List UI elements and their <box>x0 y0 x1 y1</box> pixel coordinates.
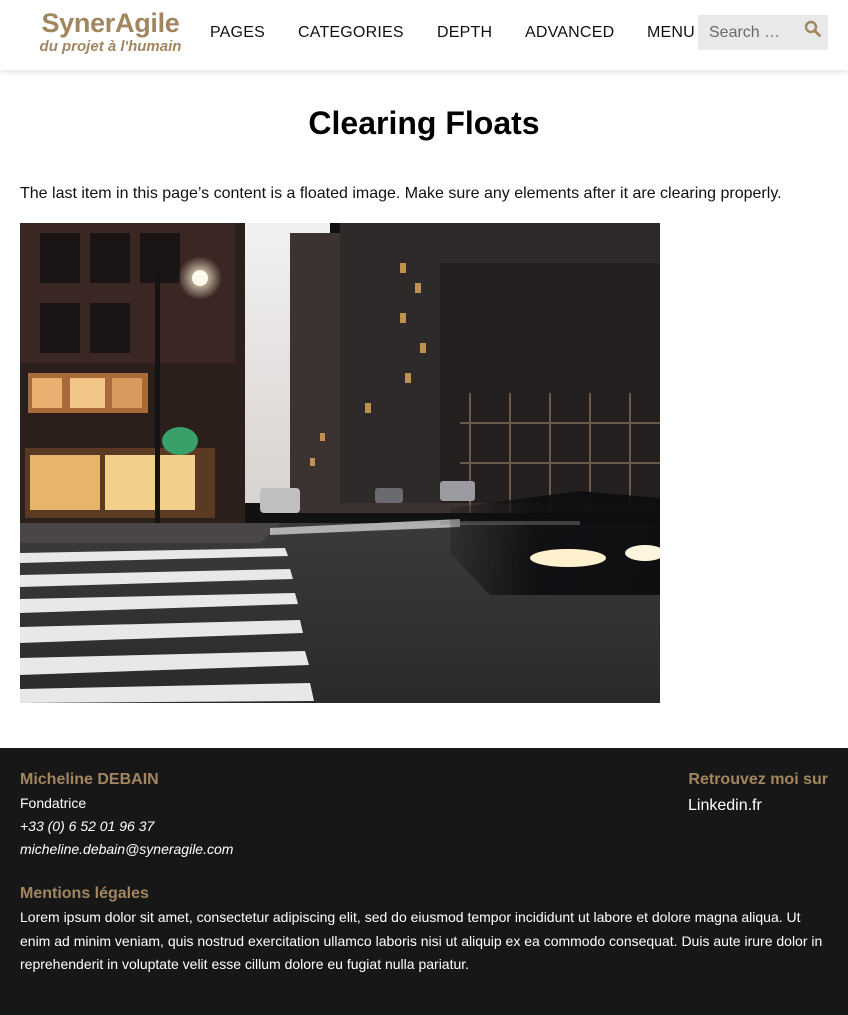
nav-item-categories[interactable]: CATEGORIES <box>298 23 404 43</box>
nav-item-depth[interactable]: DEPTH <box>437 23 492 43</box>
search-form <box>698 15 828 50</box>
search-button[interactable] <box>802 18 824 40</box>
logo-title: SynerAgile <box>41 8 180 38</box>
footer-legal-heading: Mentions légales <box>20 885 149 902</box>
search-input[interactable] <box>698 15 798 50</box>
footer-phone-link[interactable]: +33 (0) 6 52 01 96 37 <box>20 817 154 835</box>
footer-contact-role: Fondatrice <box>20 795 87 811</box>
footer-email-link[interactable]: micheline.debain@syneragile.com <box>20 840 233 858</box>
logo-tagline: du projet à l'humain <box>39 38 182 55</box>
footer-contact-name: Micheline DEBAIN <box>20 771 159 788</box>
footer-linkedin-link[interactable]: Linkedin.fr <box>688 796 762 816</box>
footer-find-me-heading: Retrouvez moi sur <box>688 771 828 788</box>
site-header: SynerAgile du projet à l'humain PAGES CA… <box>0 0 848 70</box>
site-logo[interactable]: SynerAgile du projet à l'humain <box>28 8 193 56</box>
street-photo <box>20 223 660 703</box>
page-title: Clearing Floats <box>308 105 540 141</box>
nav-item-menu[interactable]: MENU <box>647 23 695 43</box>
search-icon <box>804 20 821 37</box>
footer-legal-text: Lorem ipsum dolor sit amet, consectetur … <box>20 909 823 972</box>
site-footer: Micheline DEBAIN Fondatrice +33 (0) 6 52… <box>0 748 848 1015</box>
nav-item-advanced[interactable]: ADVANCED <box>525 23 614 43</box>
intro-paragraph: The last item in this page’s content is … <box>20 185 782 202</box>
nav-item-pages[interactable]: PAGES <box>210 23 265 43</box>
